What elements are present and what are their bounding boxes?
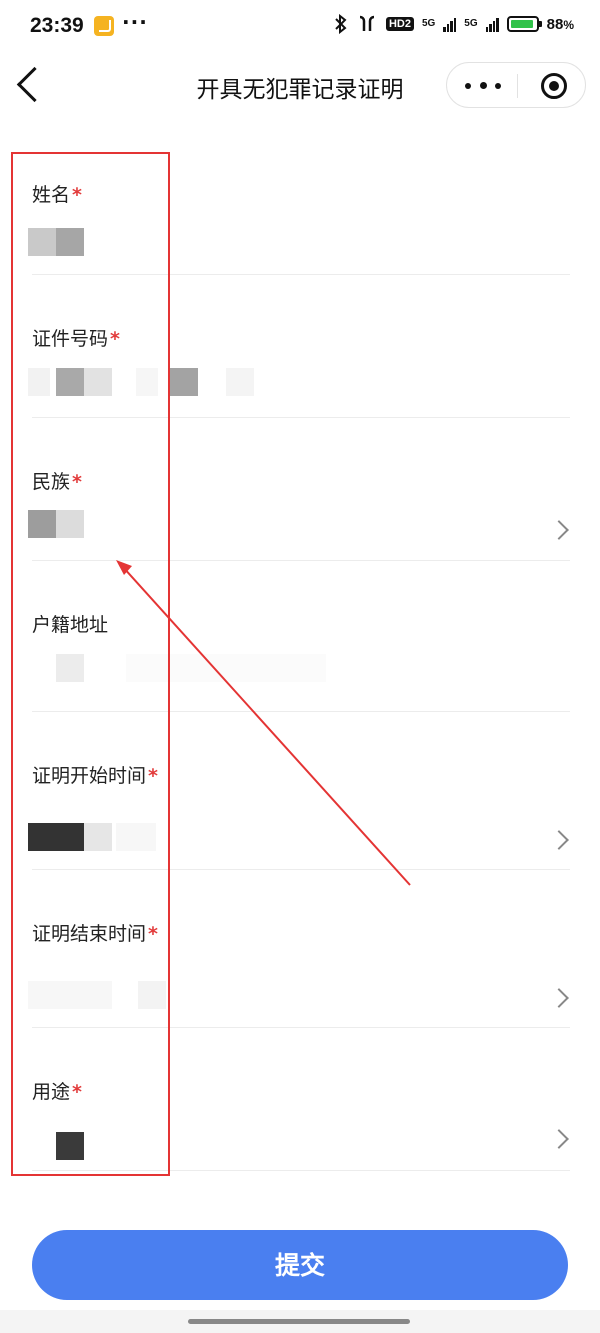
chevron-right-icon — [549, 520, 569, 540]
more-notifications-icon: ··· — [122, 10, 148, 34]
more-icon[interactable] — [465, 69, 501, 99]
capsule-divider — [517, 74, 518, 98]
status-bar: 23:39 ··· HD2 5G 5G 88% — [0, 0, 600, 56]
chevron-right-icon — [549, 1129, 569, 1149]
battery-icon — [506, 15, 542, 32]
network-5g-a: 5G — [421, 18, 436, 29]
chevron-right-icon — [549, 988, 569, 1008]
network-5g-b: 5G — [464, 18, 478, 29]
status-icons: HD2 5G 5G 88% — [334, 13, 574, 34]
chevron-right-icon — [549, 830, 569, 850]
miniprogram-capsule — [446, 62, 586, 108]
battery-percent: 88% — [546, 16, 574, 33]
submit-button[interactable]: 提交 — [32, 1230, 568, 1300]
annotation-highlight-box — [11, 152, 170, 1176]
earbuds-icon — [359, 15, 375, 31]
nav-bar: 开具无犯罪记录证明 — [0, 56, 600, 120]
home-indicator[interactable] — [188, 1319, 410, 1324]
hd-voice-badge: HD2 — [385, 16, 414, 31]
target-icon[interactable] — [541, 73, 567, 99]
bluetooth-icon — [335, 13, 347, 34]
clock: 23:39 — [30, 14, 84, 37]
signal-icon — [443, 16, 457, 32]
notes-app-icon — [94, 16, 114, 36]
signal-icon-2 — [485, 16, 499, 32]
